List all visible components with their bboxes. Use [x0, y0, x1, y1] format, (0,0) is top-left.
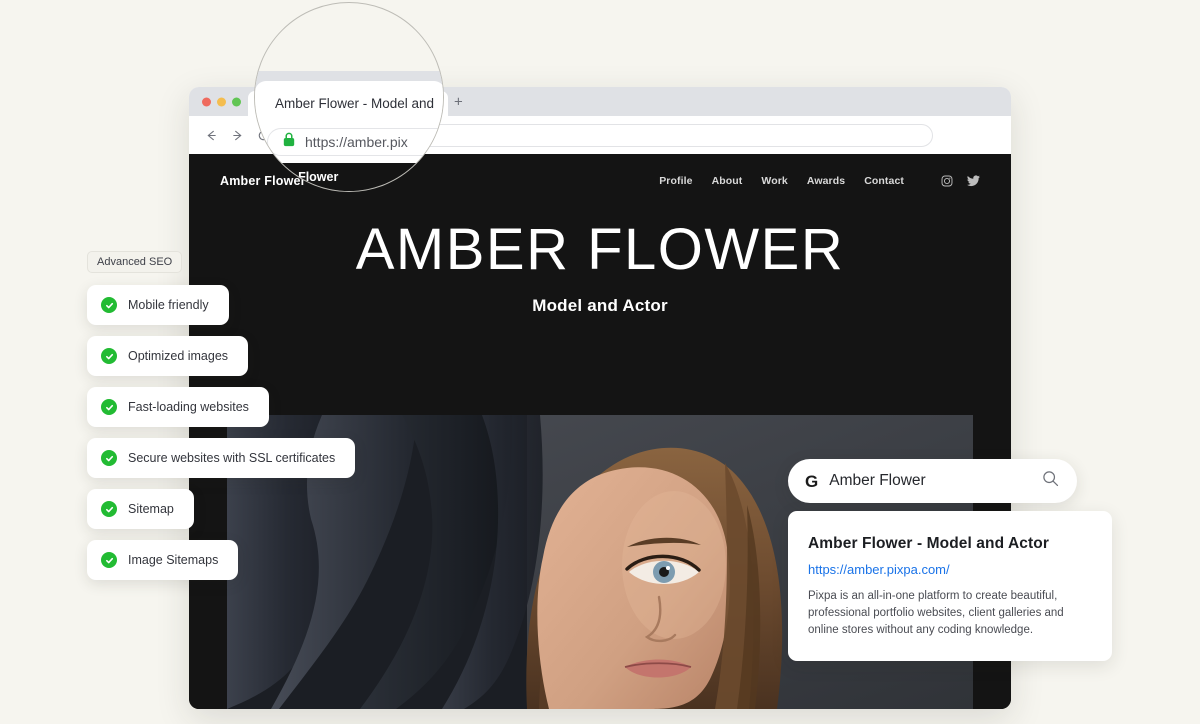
maximize-window-button[interactable]: [232, 97, 241, 106]
nav-item-profile[interactable]: Profile: [659, 175, 692, 187]
lens-address-bar: https://amber.pix: [267, 128, 443, 156]
seo-feature-list: Advanced SEO Mobile friendly Optimized i…: [87, 251, 356, 591]
seo-section-tag: Advanced SEO: [87, 251, 183, 273]
window-traffic-lights: [202, 97, 241, 106]
check-icon: [101, 501, 117, 517]
result-url[interactable]: https://amber.pixpa.com/: [808, 562, 1090, 577]
seo-feature-label: Mobile friendly: [128, 298, 209, 312]
seo-feature-label: Sitemap: [128, 502, 174, 516]
check-icon: [101, 399, 117, 415]
check-icon: [101, 450, 117, 466]
nav-item-awards[interactable]: Awards: [807, 175, 845, 187]
result-description: Pixpa is an all-in-one platform to creat…: [808, 590, 1064, 637]
social-links: [941, 174, 980, 187]
lens-tab-title: Amber Flower - Model and: [275, 96, 435, 111]
close-window-button[interactable]: [202, 97, 211, 106]
seo-feature-label: Fast-loading websites: [128, 400, 249, 414]
new-tab-button[interactable]: +: [454, 94, 463, 109]
google-search-bar[interactable]: G Amber Flower: [788, 459, 1077, 503]
magnifier-lens: Amber Flower - Model and https://amber.p…: [254, 2, 444, 192]
nav-item-work[interactable]: Work: [761, 175, 787, 187]
seo-feature-label: Optimized images: [128, 349, 229, 363]
search-input[interactable]: Amber Flower: [829, 472, 1042, 490]
nav-item-contact[interactable]: Contact: [864, 175, 904, 187]
lens-lock-icon: [282, 132, 296, 152]
search-icon[interactable]: [1042, 470, 1059, 492]
seo-feature-optimized-images[interactable]: Optimized images: [87, 336, 249, 376]
google-search-result-card[interactable]: Amber Flower - Model and Actor https://a…: [788, 511, 1112, 662]
twitter-icon[interactable]: [967, 174, 980, 187]
instagram-icon[interactable]: [941, 175, 953, 187]
nav-item-about[interactable]: About: [712, 175, 743, 187]
forward-icon[interactable]: [231, 129, 244, 142]
seo-feature-mobile-friendly[interactable]: Mobile friendly: [87, 285, 229, 325]
check-icon: [101, 348, 117, 364]
site-navigation: Profile About Work Awards Contact: [659, 175, 980, 187]
seo-feature-image-sitemaps[interactable]: Image Sitemaps: [87, 540, 239, 580]
seo-feature-fast-loading[interactable]: Fast-loading websites: [87, 387, 269, 427]
result-title[interactable]: Amber Flower - Model and Actor: [808, 535, 1090, 553]
seo-feature-ssl[interactable]: Secure websites with SSL certificates: [87, 438, 356, 478]
magnifier-lens-content: Amber Flower - Model and https://amber.p…: [255, 3, 443, 191]
google-logo-icon: G: [805, 471, 819, 491]
seo-feature-label: Secure websites with SSL certificates: [128, 451, 336, 465]
seo-feature-sitemap[interactable]: Sitemap: [87, 489, 194, 529]
lens-site-logo: Amber Flower: [255, 170, 339, 184]
minimize-window-button[interactable]: [217, 97, 226, 106]
back-icon[interactable]: [205, 129, 218, 142]
seo-feature-label: Image Sitemaps: [128, 553, 219, 567]
lens-address-bar-text: https://amber.pix: [305, 134, 408, 150]
check-icon: [101, 297, 117, 313]
check-icon: [101, 552, 117, 568]
